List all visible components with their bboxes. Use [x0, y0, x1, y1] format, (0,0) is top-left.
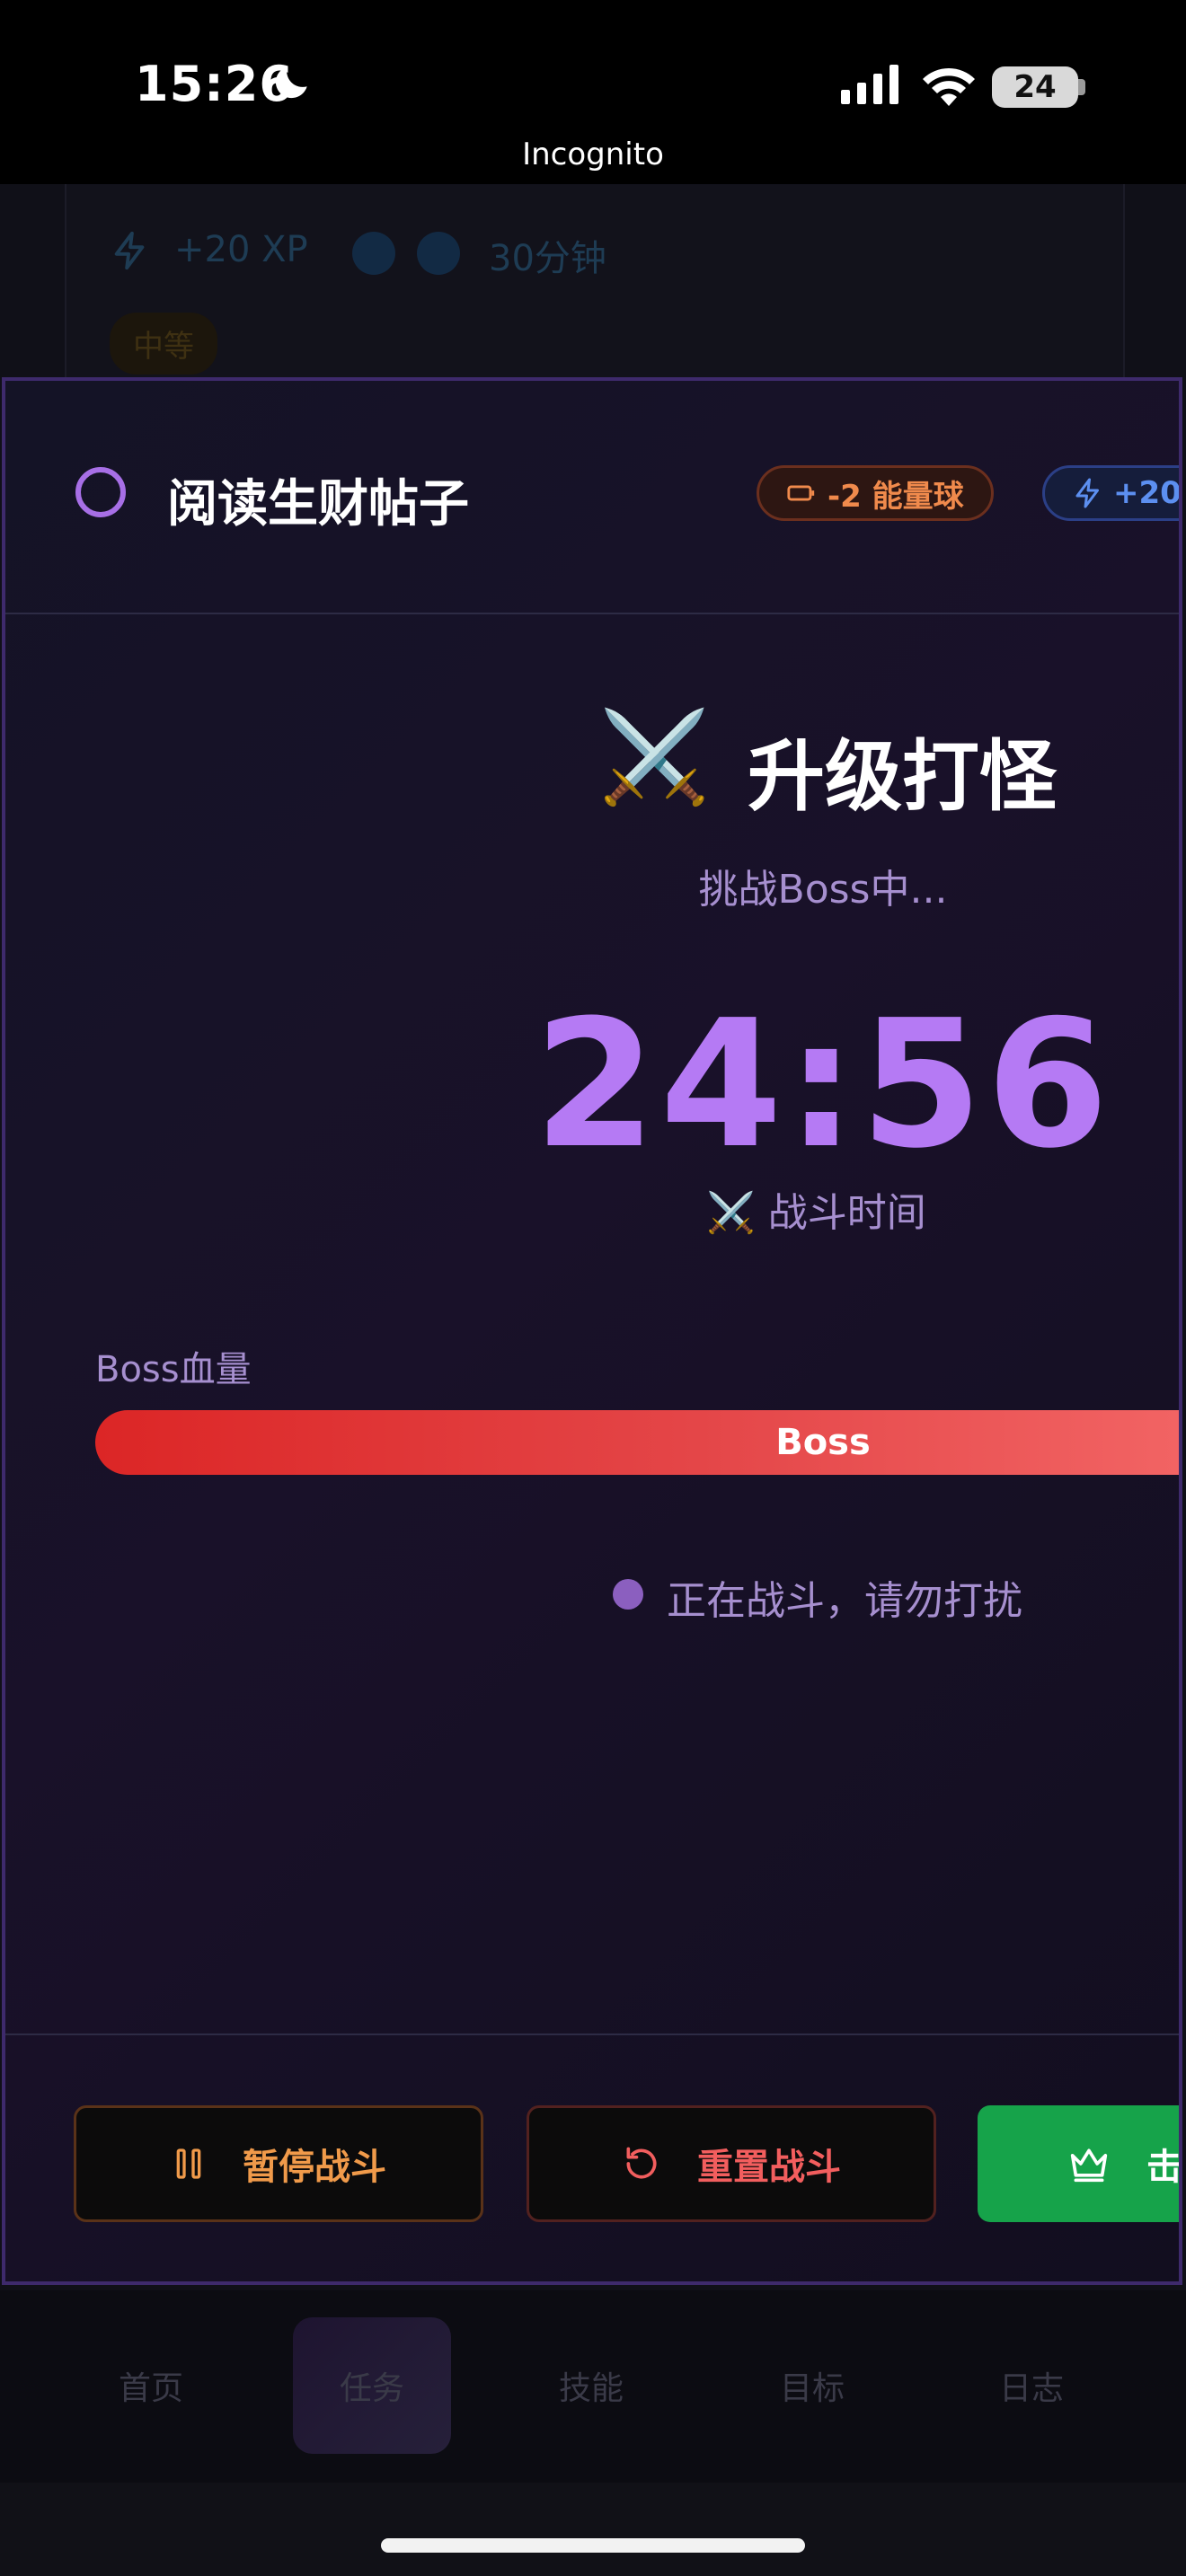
crown-icon	[1067, 2144, 1111, 2183]
xp-reward-chip: +20	[1042, 465, 1182, 521]
reset-battle-button[interactable]: 重置战斗	[527, 2105, 936, 2222]
defeat-boss-button[interactable]: 击	[978, 2105, 1182, 2222]
battery-icon	[787, 485, 815, 501]
battle-timer: 24:56	[534, 983, 1112, 1187]
battery-level: 24	[1013, 69, 1057, 105]
nav-item-skills[interactable]: 技能	[512, 2362, 670, 2409]
lightning-icon	[1075, 478, 1099, 508]
battle-subtitle: 挑战Boss中...	[698, 867, 948, 913]
home-bar-area	[0, 2483, 1186, 2576]
battery-nub	[1078, 79, 1085, 95]
pause-battle-button[interactable]: 暂停战斗	[74, 2105, 483, 2222]
cellular-signal-icon	[841, 65, 898, 104]
boss-hp-bar-label: Boss	[775, 1422, 871, 1463]
battle-status-text: 正在战斗，请勿打扰	[667, 1578, 1022, 1624]
battle-modal: 阅读生财帖子 -2 能量球 +20 ⚔️ 升级打怪 挑战Boss中... 24:…	[2, 377, 1182, 2285]
pause-battle-label: 暂停战斗	[243, 2147, 386, 2188]
crossed-swords-icon: ⚔️	[598, 704, 711, 809]
xp-reward-label: +20	[1113, 475, 1182, 511]
nav-item-log[interactable]: 日志	[952, 2362, 1111, 2409]
nav-item-home[interactable]: 首页	[72, 2362, 230, 2409]
reset-icon	[622, 2144, 661, 2183]
status-dot	[613, 1579, 643, 1610]
moon-icon	[275, 66, 307, 99]
home-indicator[interactable]	[381, 2538, 805, 2553]
background-xp: +20 XP	[174, 229, 308, 270]
battle-title: 升级打怪	[748, 732, 1057, 822]
incognito-label: Incognito	[522, 137, 664, 172]
nav-item-tasks[interactable]: 任务	[293, 2362, 451, 2409]
wifi-icon	[923, 67, 975, 106]
energy-cost-chip: -2 能量球	[757, 465, 994, 521]
energy-orb-icon	[352, 232, 395, 275]
energy-orb-icon	[417, 232, 460, 275]
task-title: 阅读生财帖子	[167, 475, 469, 534]
boss-hp-label: Boss血量	[95, 1349, 252, 1390]
defeat-boss-label: 击	[1146, 2147, 1182, 2188]
energy-cost-label: -2 能量球	[828, 478, 964, 515]
background-task-card	[65, 184, 1125, 391]
pause-icon	[171, 2146, 207, 2182]
battery-indicator: 24	[992, 66, 1078, 108]
lightning-icon	[114, 231, 145, 270]
background-duration: 30分钟	[489, 238, 606, 279]
timer-label: ⚔️ 战斗时间	[706, 1190, 926, 1236]
background-difficulty-tag: 中等	[110, 313, 217, 375]
task-complete-checkbox[interactable]	[75, 467, 126, 517]
nav-item-goals[interactable]: 目标	[733, 2362, 891, 2409]
reset-battle-label: 重置战斗	[697, 2147, 841, 2188]
